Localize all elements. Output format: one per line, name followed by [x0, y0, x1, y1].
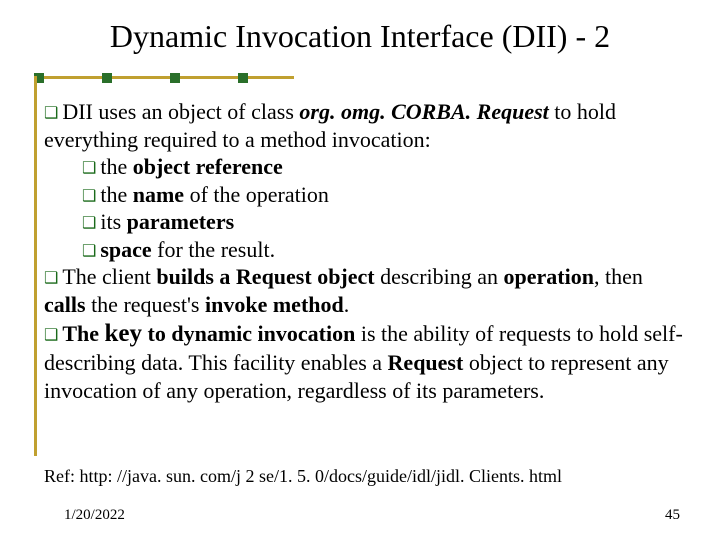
text-emph: org. omg. CORBA. Request — [299, 99, 548, 124]
text-bold: object reference — [133, 154, 283, 179]
text: its — [100, 209, 126, 234]
text-bold: invoke method — [205, 292, 344, 317]
text-bold: Request — [388, 350, 464, 375]
slide: Dynamic Invocation Interface (DII) - 2 ❑… — [0, 0, 720, 540]
text-bold: builds a Request object — [156, 264, 374, 289]
para-1: ❑DII uses an object of class org. omg. C… — [44, 98, 684, 153]
text: . — [344, 292, 350, 317]
accent-dot — [102, 73, 112, 83]
accent-dot — [170, 73, 180, 83]
text: , then — [594, 264, 643, 289]
text: describing an — [375, 264, 504, 289]
text: of the operation — [184, 182, 329, 207]
text-bold: parameters — [127, 209, 235, 234]
text: the — [100, 182, 132, 207]
text-bold: to dynamic invocation — [142, 321, 355, 346]
sub-3: ❑its parameters — [82, 208, 684, 236]
text-bold: operation — [504, 264, 594, 289]
square-bullet-icon: ❑ — [82, 188, 96, 205]
para-2: ❑The client builds a Request object desc… — [44, 263, 684, 318]
square-bullet-icon: ❑ — [82, 160, 96, 177]
text: for the result. — [152, 237, 275, 262]
accent-dot — [238, 73, 248, 83]
text-bold: The — [62, 321, 104, 346]
accent-sidebar — [34, 76, 37, 456]
footer-page-number: 45 — [665, 507, 680, 524]
square-bullet-icon: ❑ — [44, 327, 58, 344]
para-3: ❑The key to dynamic invocation is the ab… — [44, 318, 684, 404]
text-bold-key: key — [105, 320, 143, 347]
square-bullet-icon: ❑ — [82, 243, 96, 260]
text: the — [100, 154, 132, 179]
slide-title: Dynamic Invocation Interface (DII) - 2 — [0, 0, 720, 61]
sub-1: ❑the object reference — [82, 153, 684, 181]
accent-dots — [34, 73, 248, 83]
text-bold: space — [100, 237, 151, 262]
text: the request's — [86, 292, 205, 317]
text-bold: name — [133, 182, 184, 207]
text-bold: calls — [44, 292, 86, 317]
square-bullet-icon: ❑ — [44, 270, 58, 287]
text: DII uses an object of class — [62, 99, 299, 124]
footer-date: 1/20/2022 — [64, 507, 125, 524]
square-bullet-icon: ❑ — [44, 105, 58, 122]
sub-2: ❑the name of the operation — [82, 181, 684, 209]
square-bullet-icon: ❑ — [82, 215, 96, 232]
slide-body: ❑DII uses an object of class org. omg. C… — [44, 98, 684, 404]
text: The client — [62, 264, 156, 289]
sub-4: ❑space for the result. — [82, 236, 684, 264]
reference-line: Ref: http: //java. sun. com/j 2 se/1. 5.… — [44, 466, 562, 487]
